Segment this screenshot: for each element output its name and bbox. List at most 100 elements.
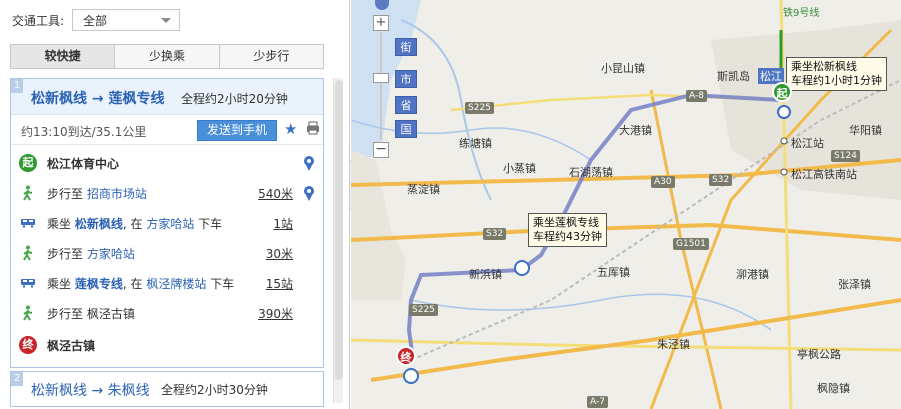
panel-scrollbar[interactable] (333, 78, 343, 403)
app: 交通工具: 全部 较快捷 少换乘 少步行 1 松新枫线 → 莲枫专线 全程约2小… (0, 0, 901, 409)
step-walk-3: 步行至 枫泾古镇 390米 (19, 303, 319, 323)
plan-1-arrival: 约13:10到达/35.1公里 (21, 125, 147, 139)
shield-s225a: S225 (465, 102, 494, 114)
bus-icon (19, 274, 37, 292)
print-icon[interactable] (306, 121, 320, 135)
zoom-level-country[interactable]: 国 (395, 120, 417, 138)
shield-a8: A-8 (686, 90, 707, 102)
transport-label: 交通工具: (12, 13, 65, 28)
step-bus-2-stop[interactable]: 枫泾牌楼站 (146, 277, 206, 291)
step-walk-1: 步行至 招商市场站 540米 (19, 183, 319, 203)
callout-line-1-title: 乘坐松新枫线 (791, 60, 857, 73)
zoom-level-street[interactable]: 街 (395, 38, 417, 56)
plan-1-header[interactable]: 1 松新枫线 → 莲枫专线 全程约2小时20分钟 (11, 79, 323, 115)
send-to-phone-button[interactable]: 发送到手机 (197, 120, 277, 141)
step-walk-2: 步行至 方家哈站 30米 (19, 243, 319, 263)
callout-line-2[interactable]: 乘坐莲枫专线 车程约43分钟 (528, 213, 607, 247)
zoom-slider-thumb[interactable] (373, 73, 389, 83)
transport-select[interactable]: 全部 (72, 9, 181, 31)
map-label-sikaidao: 斯凯岛 (717, 70, 750, 83)
walk-icon (19, 244, 37, 262)
bus-icon (19, 214, 37, 232)
map-label-wuku: 五厍镇 (597, 266, 630, 279)
callout-line-1-duration: 车程约1小时1分钟 (791, 74, 882, 87)
zoom-level-city[interactable]: 市 (395, 70, 417, 88)
step-walk-2-place[interactable]: 方家哈站 (87, 247, 135, 261)
map-start-marker[interactable]: 起 (772, 82, 792, 102)
callout-line-1[interactable]: 乘坐松新枫线 车程约1小时1分钟 (786, 57, 887, 91)
transport-row: 交通工具: 全部 (12, 8, 181, 32)
step-bus-1-stop[interactable]: 方家哈站 (146, 217, 194, 231)
map-end-marker[interactable]: 终 (396, 346, 416, 366)
shield-s32b: S32 (709, 174, 733, 186)
zoom-slider[interactable] (380, 32, 382, 140)
map-label-xiaokunshan: 小昆山镇 (601, 62, 645, 75)
zoom-out-button[interactable]: − (373, 142, 389, 158)
plan-1-total: 全程约2小时20分钟 (181, 92, 288, 106)
step-bus-2-prefix: 乘坐 (47, 276, 72, 291)
plan-2-total: 全程约2小时30分钟 (161, 383, 268, 397)
tab-fastest[interactable]: 较快捷 (11, 45, 115, 68)
chevron-down-icon (161, 18, 172, 23)
step-walk-1-place[interactable]: 招商市场站 (87, 187, 147, 201)
step-walk-3-place: 枫泾古镇 (86, 306, 135, 321)
shield-a30: A30 (651, 176, 675, 188)
location-pin-icon[interactable] (303, 185, 315, 201)
plan-1-index: 1 (11, 79, 23, 93)
map-label-songjiang-south: 松江高铁南站 (791, 168, 857, 181)
step-start: 起 松江体育中心 (19, 153, 319, 173)
start-place[interactable]: 松江体育中心 (47, 155, 119, 172)
step-bus-1-suffix: 下车 (198, 216, 223, 231)
map-label-fengyin: 枫隐镇 (817, 382, 850, 395)
step-bus-1-line[interactable]: 松新枫线 (75, 217, 123, 231)
favorite-star-icon[interactable]: ★ (284, 120, 297, 138)
step-walk-3-distance[interactable]: 390米 (258, 305, 293, 322)
step-walk-3-prefix: 步行至 (47, 306, 84, 321)
map-label-zhangze: 张泽镇 (838, 278, 871, 291)
end-place[interactable]: 枫泾古镇 (47, 337, 95, 354)
plan-1-subbar: 约13:10到达/35.1公里 发送到手机 ★ (11, 115, 323, 145)
start-icon: 起 (19, 154, 37, 172)
route-panel: 交通工具: 全部 较快捷 少换乘 少步行 1 松新枫线 → 莲枫专线 全程约2小… (0, 0, 350, 409)
step-walk-2-distance[interactable]: 30米 (266, 245, 293, 262)
step-bus-1-prefix: 乘坐 (47, 216, 72, 231)
step-walk-1-prefix: 步行至 (47, 186, 84, 201)
shield-s32a: S32 (483, 228, 507, 240)
step-bus-2-line[interactable]: 莲枫专线 (75, 277, 123, 291)
map-label-yegang: 泖港镇 (736, 268, 769, 281)
walk-icon (19, 304, 37, 322)
callout-line-2-duration: 车程约43分钟 (533, 230, 602, 243)
zoom-in-button[interactable]: + (373, 15, 389, 31)
plan-2-title[interactable]: 松新枫线 → 朱枫线 (31, 380, 150, 400)
map-label-zhujing: 朱泾镇 (657, 338, 690, 351)
step-bus-1-stops[interactable]: 1站 (273, 215, 293, 232)
transport-selected: 全部 (83, 13, 108, 28)
plan-2[interactable]: 2 松新枫线 → 朱枫线 全程约2小时30分钟 (10, 371, 324, 407)
callout-line-2-title: 乘坐莲枫专线 (533, 216, 599, 229)
shield-s225b: S225 (409, 304, 438, 316)
plan-2-index: 2 (11, 372, 23, 386)
zoom-level-province[interactable]: 省 (395, 96, 417, 114)
scrollbar-thumb[interactable] (335, 80, 343, 380)
step-bus-1: 乘坐 松新枫线, 在 方家哈站 下车 1站 (19, 213, 319, 233)
map-view[interactable]: + − 街 市 省 国 小昆山镇 斯凯岛 松江 大港镇 华阳镇 松江站 松江高铁… (351, 0, 901, 409)
shield-s124: S124 (831, 150, 860, 162)
end-icon: 终 (19, 336, 37, 354)
walk-icon (19, 184, 37, 202)
map-label-xinqi: 新浜镇 (469, 268, 502, 281)
step-end: 终 枫泾古镇 (19, 335, 319, 355)
tab-fewer-transfers[interactable]: 少换乘 (114, 45, 219, 68)
step-bus-2-stops[interactable]: 15站 (266, 275, 293, 292)
map-label-tingfeng: 亭枫公路 (797, 348, 841, 361)
map-label-xiaozheng: 小蒸镇 (503, 162, 536, 175)
map-label-lianqiang: 练塘镇 (459, 137, 492, 150)
step-bus-2-mid: , 在 (122, 276, 143, 291)
location-pin-icon[interactable] (303, 155, 315, 171)
map-label-metro: 铁9号线 (783, 8, 820, 19)
plan-1-title[interactable]: 松新枫线 → 莲枫专线 (31, 88, 164, 108)
step-bus-2-suffix: 下车 (210, 276, 235, 291)
step-bus-2: 乘坐 莲枫专线, 在 枫泾牌楼站 下车 15站 (19, 273, 319, 293)
tab-less-walking[interactable]: 少步行 (218, 45, 323, 68)
step-walk-1-distance[interactable]: 540米 (258, 185, 293, 202)
shield-g1501: G1501 (673, 238, 709, 250)
